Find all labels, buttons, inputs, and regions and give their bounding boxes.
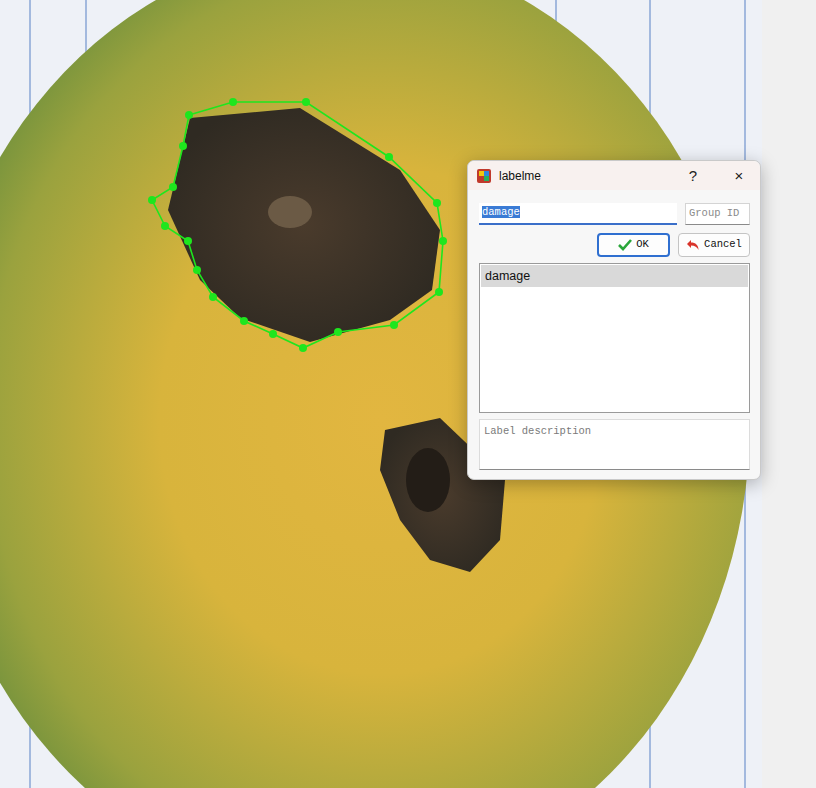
undo-icon: [686, 239, 700, 251]
check-icon: [618, 239, 632, 251]
side-strip: [762, 0, 816, 788]
window-title: labelme: [499, 167, 682, 185]
label-dialog: labelme ? × damage Group ID OK Cancel dam…: [467, 160, 761, 480]
annotation-polygon[interactable]: [152, 102, 443, 348]
labelme-icon: [477, 169, 491, 183]
button-label: Cancel: [704, 237, 742, 253]
button-label: OK: [636, 237, 649, 253]
label-list[interactable]: damage: [479, 263, 750, 413]
group-id-input[interactable]: Group ID: [685, 203, 750, 225]
polygon-vertices[interactable]: [148, 98, 447, 352]
cancel-button[interactable]: Cancel: [678, 233, 750, 257]
label-item[interactable]: damage: [481, 265, 748, 288]
ok-button[interactable]: OK: [597, 233, 670, 257]
label-value: damage: [482, 206, 520, 218]
label-input[interactable]: damage: [479, 203, 677, 225]
button-row: OK Cancel: [479, 233, 750, 257]
help-button[interactable]: ?: [682, 168, 704, 183]
close-button[interactable]: ×: [728, 168, 750, 183]
description-input[interactable]: Label description: [479, 419, 750, 470]
title-bar: labelme ? ×: [468, 161, 760, 190]
